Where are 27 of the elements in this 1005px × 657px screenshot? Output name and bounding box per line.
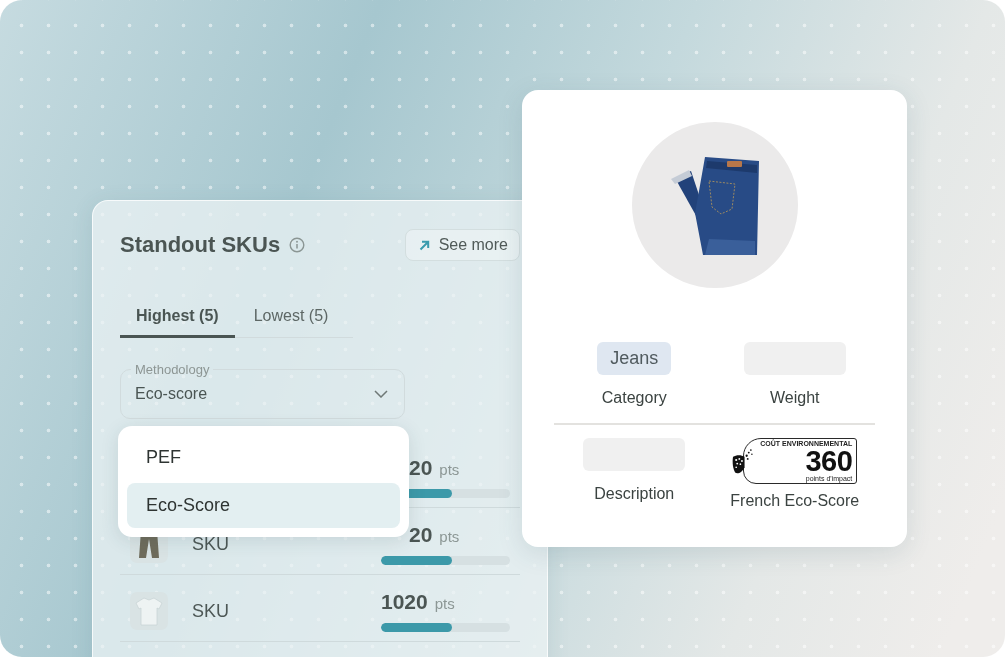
- score-unit: pts: [439, 528, 460, 545]
- select-label: Methodology: [134, 362, 211, 377]
- info-icon[interactable]: [289, 237, 306, 253]
- see-more-button[interactable]: See more: [404, 229, 520, 261]
- methodology-select[interactable]: Methodology Eco-score: [120, 362, 405, 419]
- attribute-label: French Eco-Score: [730, 492, 860, 510]
- card-title: Standout SKUs: [120, 232, 281, 258]
- arrow-icon: [418, 239, 430, 251]
- tab[interactable]: Lowest (5): [234, 296, 348, 338]
- score-value: 20: [409, 456, 433, 480]
- attribute-label: Description: [594, 485, 675, 503]
- attribute-label: Category: [601, 389, 667, 407]
- score-value: 1020: [381, 590, 428, 614]
- score-unit: pts: [434, 595, 455, 612]
- score-value: 20: [409, 523, 433, 547]
- sku-name: SKU: [192, 533, 229, 555]
- menu-option[interactable]: Eco-Score: [127, 483, 400, 528]
- menu-option[interactable]: PEF: [127, 435, 400, 480]
- tab[interactable]: Highest (5): [120, 296, 235, 338]
- sku-name: SKU: [192, 600, 229, 622]
- chevron-down-icon: [374, 390, 388, 398]
- attribute-label: Weight: [770, 389, 820, 407]
- shirt-icon: [130, 592, 168, 630]
- badge-score: 360: [805, 447, 853, 475]
- select-value: Eco-score: [135, 385, 208, 403]
- category-tag: Jeans: [597, 342, 672, 375]
- score-unit: pts: [439, 461, 460, 478]
